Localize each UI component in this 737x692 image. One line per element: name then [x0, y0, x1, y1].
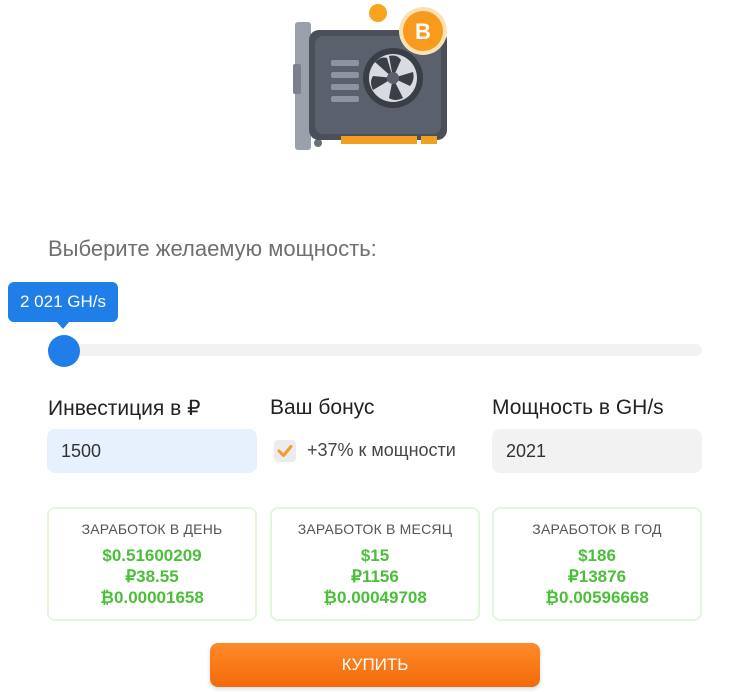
- earnings-rub: ₽1156: [351, 567, 399, 586]
- earnings-title: ЗАРАБОТОК В МЕСЯЦ: [297, 521, 453, 537]
- power-slider-thumb[interactable]: [48, 335, 80, 367]
- bonus-checkbox[interactable]: [274, 440, 296, 462]
- earnings-card-year: ЗАРАБОТОК В ГОД $186 ₽13876 ₿0.00596668: [492, 507, 702, 621]
- power-slider-track[interactable]: [48, 344, 702, 356]
- investment-label: Инвестиция в ₽: [48, 397, 201, 420]
- earnings-title: ЗАРАБОТОК В ДЕНЬ: [81, 521, 223, 537]
- earnings-usd: $15: [360, 546, 390, 565]
- earnings-rub: ₽38.55: [125, 567, 179, 586]
- earnings-rub: ₽13876: [567, 567, 627, 586]
- earnings-btc: ₿0.00049708: [323, 588, 427, 607]
- bonus-text: +37% к мощности: [307, 440, 456, 460]
- coin-letter: B: [415, 19, 431, 44]
- bonus-label: Ваш бонус: [270, 396, 375, 419]
- earnings-usd: $186: [578, 546, 616, 565]
- power-title: Выберите желаемую мощность:: [48, 236, 377, 261]
- page: B Выберите желаемую мощность: 2 021 GH/s…: [0, 0, 737, 692]
- earnings-card-day: ЗАРАБОТОК В ДЕНЬ $0.51600209 ₽38.55 ₿0.0…: [47, 507, 257, 621]
- slider-value-tooltip: 2 021 GH/s: [8, 282, 118, 322]
- buy-button[interactable]: КУПИТЬ: [210, 643, 540, 687]
- gpu-illustration: B: [293, 4, 447, 150]
- small-coin-icon: [369, 4, 387, 22]
- checkmark-icon: [277, 445, 293, 457]
- earnings-btc: ₿0.00596668: [545, 588, 649, 607]
- investment-input[interactable]: 1500: [47, 429, 257, 473]
- power-label: Мощность в GH/s: [492, 396, 664, 419]
- tooltip-tail: [56, 321, 70, 329]
- earnings-title: ЗАРАБОТОК В ГОД: [532, 521, 662, 537]
- earnings-usd: $0.51600209: [102, 546, 202, 565]
- power-input[interactable]: 2021: [492, 429, 702, 473]
- earnings-btc: ₿0.00001658: [100, 588, 204, 607]
- earnings-card-month: ЗАРАБОТОК В МЕСЯЦ $15 ₽1156 ₿0.00049708: [270, 507, 480, 621]
